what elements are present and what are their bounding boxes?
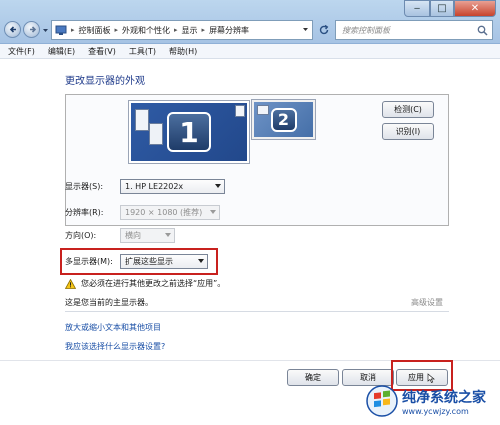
- watermark-url: www.ycwjzy.com: [402, 406, 469, 416]
- resolution-label: 分辨率(R):: [65, 208, 104, 217]
- resolution-select: 1920 × 1080 (推荐): [120, 205, 220, 220]
- display-row: 显示器(S): 1. HP LE2202x: [65, 179, 225, 194]
- advanced-settings-link[interactable]: 高级设置: [411, 297, 443, 308]
- warning-text: 您必须在进行其他更改之前选择“应用”。: [81, 279, 226, 288]
- detect-button[interactable]: 检测(C): [382, 101, 434, 118]
- orientation-value: 横向: [125, 231, 141, 240]
- display-value: 1. HP LE2202x: [125, 182, 184, 191]
- breadcrumb-screen-resolution[interactable]: 屏幕分辨率: [209, 25, 249, 36]
- window-thumbnail: [235, 105, 245, 117]
- search-input[interactable]: 搜索控制面板: [335, 20, 493, 40]
- breadcrumb-display[interactable]: 显示: [182, 25, 198, 36]
- menu-bar: 文件(F) 编辑(E) 查看(V) 工具(T) 帮助(H): [0, 44, 500, 59]
- window-thumbnail: [257, 105, 269, 115]
- dropdown-arrow-icon: [215, 184, 221, 188]
- maximize-button[interactable]: □: [430, 0, 454, 17]
- monitor-number-badge: 1: [167, 112, 211, 152]
- dropdown-arrow-icon: [198, 259, 204, 263]
- watermark-text: 纯净系统之家 www.ycwjzy.com: [402, 387, 486, 416]
- ok-button[interactable]: 确定: [287, 369, 339, 386]
- search-icon: [477, 25, 488, 36]
- minimize-button[interactable]: ‒: [404, 0, 430, 17]
- breadcrumb-separator: ▸: [201, 26, 206, 34]
- breadcrumb-separator: ▸: [114, 26, 119, 34]
- display-select[interactable]: 1. HP LE2202x: [120, 179, 225, 194]
- display-label: 显示器(S):: [65, 182, 104, 191]
- which-settings-link[interactable]: 我应该选择什么显示器设置?: [65, 341, 165, 352]
- orientation-select: 横向: [120, 228, 175, 243]
- monitor-number-badge: 2: [270, 107, 297, 132]
- arrow-left-icon: [9, 26, 16, 33]
- orientation-row: 方向(O): 横向: [65, 228, 175, 243]
- window-thumbnail: [149, 123, 163, 145]
- breadcrumb-separator: ▸: [174, 26, 178, 34]
- orientation-label: 方向(O):: [65, 231, 97, 240]
- arrow-right-icon: [30, 26, 37, 33]
- windows-logo-icon: [366, 385, 398, 417]
- breadcrumb-separator: ▸: [71, 26, 75, 34]
- address-bar[interactable]: ▸ 控制面板 ▸ 外观和个性化 ▸ 显示 ▸ 屏幕分辨率: [51, 20, 313, 40]
- dropdown-arrow-icon: [165, 233, 171, 237]
- monitor-2[interactable]: 2: [252, 100, 315, 139]
- multi-display-value: 扩展这些显示: [125, 257, 173, 266]
- text-size-link[interactable]: 放大或缩小文本和其他项目: [65, 322, 161, 333]
- multi-display-select[interactable]: 扩展这些显示: [120, 254, 208, 269]
- close-button[interactable]: ✕: [454, 0, 496, 17]
- watermark: 纯净系统之家 www.ycwjzy.com: [366, 381, 496, 421]
- menu-view[interactable]: 查看(V): [88, 46, 116, 57]
- primary-display-note: 这是您当前的主显示器。: [65, 298, 153, 307]
- warning-icon: [65, 278, 76, 289]
- watermark-title: 纯净系统之家: [402, 389, 486, 406]
- monitor-1[interactable]: 1: [129, 101, 249, 163]
- divider: [65, 311, 449, 312]
- resolution-value: 1920 × 1080 (推荐): [125, 208, 203, 217]
- refresh-button[interactable]: [315, 21, 333, 39]
- menu-tools[interactable]: 工具(T): [129, 46, 156, 57]
- dropdown-arrow-icon: [210, 210, 216, 214]
- apply-warning: 您必须在进行其他更改之前选择“应用”。: [65, 278, 225, 289]
- menu-help[interactable]: 帮助(H): [169, 46, 197, 57]
- multi-display-label: 多显示器(M):: [65, 257, 113, 266]
- control-panel-icon: [55, 25, 67, 35]
- chevron-down-icon[interactable]: [302, 26, 309, 33]
- menu-file[interactable]: 文件(F): [8, 46, 35, 57]
- back-button[interactable]: [4, 21, 21, 38]
- resolution-row: 分辨率(R): 1920 × 1080 (推荐): [65, 205, 220, 220]
- screen-resolution-panel: 更改显示器的外观 1 2 检测(C) 识别(I) 显示器(S): 1. HP L…: [0, 59, 500, 425]
- refresh-icon: [319, 24, 329, 35]
- multi-display-row: 多显示器(M): 扩展这些显示: [65, 254, 208, 269]
- window-thumbnail: [135, 109, 149, 131]
- history-dropdown-icon[interactable]: [42, 27, 49, 34]
- search-placeholder: 搜索控制面板: [342, 25, 390, 35]
- identify-button[interactable]: 识别(I): [382, 123, 434, 140]
- breadcrumb-appearance[interactable]: 外观和个性化: [122, 25, 170, 36]
- page-title: 更改显示器的外观: [65, 76, 145, 87]
- breadcrumb-control-panel[interactable]: 控制面板: [79, 25, 111, 36]
- title-bar: ‒ □ ✕ ▸ 控制面板 ▸ 外观和个性化 ▸ 显示 ▸ 屏幕分辨率 搜索控制面…: [0, 0, 500, 44]
- forward-button[interactable]: [23, 21, 40, 38]
- menu-edit[interactable]: 编辑(E): [48, 46, 75, 57]
